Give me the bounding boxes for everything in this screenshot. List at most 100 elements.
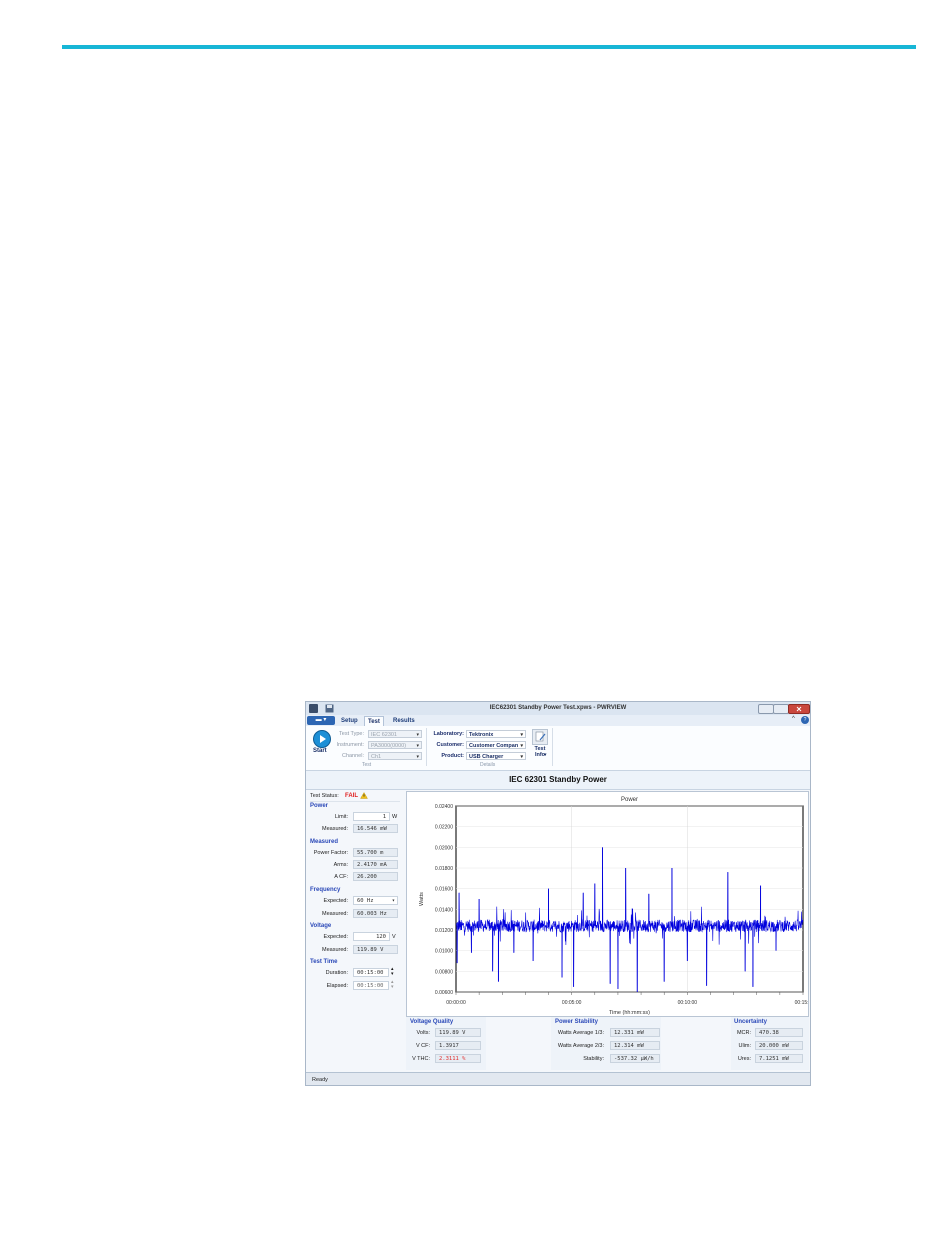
status-bar: Ready <box>306 1072 810 1085</box>
volts-label: Volts: <box>416 1030 430 1036</box>
chevron-down-icon: ▾ <box>416 743 419 749</box>
test-info-button[interactable] <box>532 729 548 745</box>
channel-combo[interactable]: Ch1 ▾ <box>368 752 422 760</box>
product-label: Product: <box>441 753 464 759</box>
arms-label: Arms: <box>333 862 348 868</box>
voltage-section-title: Voltage <box>310 923 332 929</box>
power-factor-label: Power Factor: <box>313 850 348 856</box>
volt-expected-field[interactable]: 120 <box>353 932 390 941</box>
divider <box>310 801 400 802</box>
file-menu-button[interactable]: ▬ ▾ <box>307 716 335 725</box>
vthc-label: V THC: <box>412 1056 430 1062</box>
status-text: Ready <box>312 1077 328 1083</box>
y-tick-label: 0.01400 <box>435 907 453 913</box>
x-tick-label: 00:10:00 <box>678 1000 698 1006</box>
power-stability-title: Power Stability <box>555 1019 599 1025</box>
minimize-button[interactable] <box>758 704 774 714</box>
x-tick-label: 00:00:00 <box>446 1000 466 1006</box>
duration-stepper[interactable]: ▴ ▾ <box>391 967 394 977</box>
y-tick-label: 0.01600 <box>435 887 453 893</box>
y-tick-label: 0.02000 <box>435 845 453 851</box>
chevron-down-icon: ▾ <box>544 752 547 758</box>
y-tick-label: 0.01800 <box>435 866 453 872</box>
limit-field[interactable]: 1 <box>353 812 390 821</box>
y-axis-label: Watts <box>419 892 425 906</box>
power-section-title: Power <box>310 803 329 809</box>
volts-value: 119.89 V <box>435 1028 481 1037</box>
customer-label: Customer: <box>436 742 464 748</box>
left-panel: Test Status: FAIL Power Limit: 1 W Measu… <box>306 790 404 1072</box>
test-group-label: Test <box>362 762 372 768</box>
power-stability-panel: Power Stability Watts Average 1/3: 12.33… <box>551 1017 661 1070</box>
tab-results[interactable]: Results <box>390 716 418 726</box>
test-type-label: Test Type: <box>339 731 364 737</box>
uncertainty-panel: Uncertainty MCR: 470.38 Ulim: 20.000 mW … <box>731 1017 809 1070</box>
channel-value: Ch1 <box>371 754 382 760</box>
help-icon[interactable]: ? <box>801 716 809 724</box>
customer-combo[interactable]: Customer Compan ▾ <box>466 741 526 749</box>
watts-avg-1-value: 12.331 mW <box>610 1028 660 1037</box>
page-title: IEC 62301 Standby Power <box>509 775 607 784</box>
y-tick-label: 0.01200 <box>435 928 453 934</box>
laboratory-label: Laboratory: <box>433 731 464 737</box>
window-title: IEC62301 Standby Power Test.xpws - PWRVI… <box>489 705 627 711</box>
power-factor-value: 55.700 m <box>353 848 398 857</box>
x-tick-label: 00:15:0 <box>795 1000 808 1006</box>
limit-unit: W <box>392 814 398 820</box>
vcf-value: 1.3917 <box>435 1041 481 1050</box>
freq-expected-select[interactable]: 60 Hz ▾ <box>353 896 398 905</box>
warning-icon <box>360 792 368 799</box>
chevron-down-icon: ▾ <box>416 732 419 738</box>
instrument-combo[interactable]: PA3000(0000) ▾ <box>368 741 422 749</box>
voltage-quality-panel: Voltage Quality Volts: 119.89 V V CF: 1.… <box>406 1017 486 1070</box>
test-status-value: FAIL <box>345 793 358 799</box>
product-value: USB Charger <box>469 754 504 760</box>
channel-label: Channel: <box>341 753 364 759</box>
watts-avg-2-label: Watts Average 2/3: <box>557 1043 604 1049</box>
product-combo[interactable]: USB Charger ▾ <box>466 752 526 760</box>
edit-document-icon <box>535 731 546 742</box>
frequency-section-title: Frequency <box>310 887 341 893</box>
y-tick-label: 0.00800 <box>435 969 453 975</box>
measured-section-title: Measured <box>310 839 339 845</box>
duration-label: Duration: <box>325 970 348 976</box>
y-tick-label: 0.00600 <box>435 990 453 996</box>
collapse-ribbon-icon[interactable]: ^ <box>792 716 795 722</box>
chart-title: Power <box>621 797 638 803</box>
ribbon-separator <box>552 728 553 766</box>
laboratory-combo[interactable]: Tektronix ▾ <box>466 730 526 738</box>
tab-setup[interactable]: Setup <box>338 716 361 726</box>
elapsed-label: Elapsed: <box>326 983 348 989</box>
test-type-value: IEC 62301 <box>371 732 397 738</box>
ribbon: Start Test Type: IEC 62301 ▾ Instrument: … <box>306 726 810 771</box>
freq-measured-label: Measured: <box>322 911 348 917</box>
elapsed-stepper: ▴ ▾ <box>391 979 394 990</box>
ures-label: Ures: <box>737 1056 751 1062</box>
ulim-label: Ulim: <box>738 1043 751 1049</box>
details-group-label: Details <box>480 762 496 768</box>
volt-expected-label: Expected: <box>323 934 348 940</box>
laboratory-value: Tektronix <box>469 732 494 738</box>
arms-value: 2.4170 mA <box>353 860 398 869</box>
limit-label: Limit: <box>334 814 348 820</box>
ribbon-tabs: ▬ ▾ Setup Test Results ^ ? <box>306 715 810 727</box>
instrument-value: PA3000(0000) <box>371 743 407 749</box>
volt-measured-value: 119.89 V <box>353 945 398 954</box>
close-button[interactable] <box>788 704 810 714</box>
test-header: IEC 62301 Standby Power <box>306 771 810 790</box>
vcf-label: V CF: <box>415 1043 430 1049</box>
freq-measured-value: 60.003 Hz <box>353 909 398 918</box>
title-bar: IEC62301 Standby Power Test.xpws - PWRVI… <box>306 702 810 716</box>
uncertainty-title: Uncertainty <box>734 1019 768 1025</box>
mcr-label: MCR: <box>736 1030 751 1036</box>
x-tick-label: 00:05:00 <box>562 1000 582 1006</box>
vthc-value: 2.3111 % <box>435 1054 481 1063</box>
duration-field[interactable]: 00:15:00 <box>353 968 389 977</box>
power-chart: Power 0.00600 0.00800 0.01000 0.01200 0.01400… <box>419 797 810 1016</box>
y-tick-label: 0.02400 <box>435 804 453 810</box>
test-type-combo[interactable]: IEC 62301 ▾ <box>368 730 422 738</box>
instrument-label: Instrument: <box>336 742 364 748</box>
volt-measured-label: Measured: <box>322 947 348 953</box>
maximize-button[interactable] <box>773 704 789 714</box>
chevron-down-icon: ▾ <box>391 898 395 904</box>
